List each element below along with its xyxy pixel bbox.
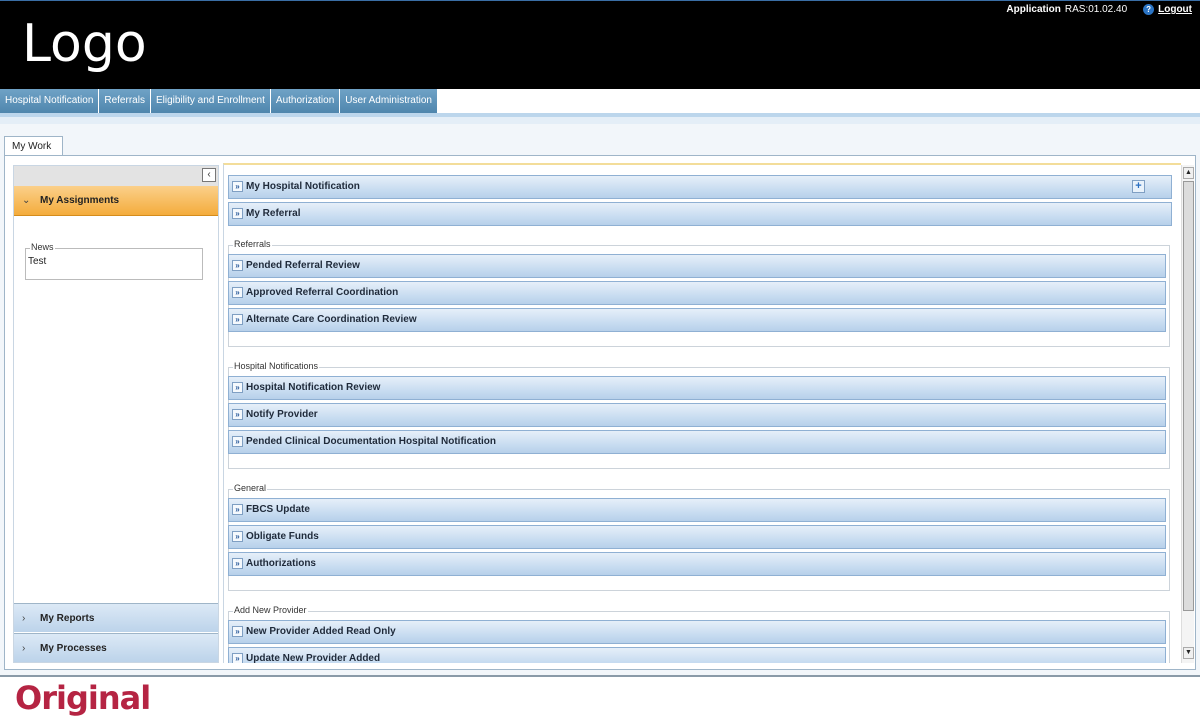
bar-label: Authorizations <box>246 558 316 569</box>
group-legend: General <box>233 483 268 493</box>
main-nav: Hospital Notification Referrals Eligibil… <box>0 89 438 113</box>
bar-label: Hospital Notification Review <box>246 382 381 393</box>
tab-my-work[interactable]: My Work <box>4 136 63 156</box>
news-box: News Test <box>25 242 203 280</box>
vertical-scrollbar[interactable]: ▲ ▼ <box>1181 165 1194 663</box>
double-chevron-icon: » <box>232 287 243 298</box>
accordion-my-reports[interactable]: › My Reports <box>14 603 218 632</box>
accordion-my-assignments[interactable]: ⌄ My Assignments <box>14 186 218 216</box>
bar-label: Pended Clinical Documentation Hospital N… <box>246 436 497 447</box>
help-icon[interactable]: ? <box>1143 4 1155 15</box>
bar-label: FBCS Update <box>246 504 310 515</box>
bar-pended-clinical-documentation[interactable]: » Pended Clinical Documentation Hospital… <box>228 430 1166 454</box>
logo: Logo <box>22 14 147 74</box>
bar-label: Alternate Care Coordination Review <box>246 314 417 325</box>
news-text: Test <box>28 256 47 267</box>
bar-label: Update New Provider Added <box>246 653 381 663</box>
bar-label: New Provider Added Read Only <box>246 626 396 637</box>
double-chevron-icon: » <box>232 314 243 325</box>
bar-my-referral[interactable]: » My Referral <box>228 202 1172 226</box>
bar-obligate-funds[interactable]: » Obligate Funds <box>228 525 1166 549</box>
group-legend: Referrals <box>233 239 272 249</box>
accordion-label: My Reports <box>40 613 95 624</box>
work-frame: ‹ ⌄ My Assignments News Test › My Report… <box>4 155 1196 670</box>
bar-fbcs-update[interactable]: » FBCS Update <box>228 498 1166 522</box>
double-chevron-icon: » <box>232 208 243 219</box>
double-chevron-icon: » <box>232 558 243 569</box>
scrollbar-thumb[interactable] <box>1183 181 1194 611</box>
accordion-label: My Processes <box>40 643 107 654</box>
chevron-right-icon: › <box>22 613 26 624</box>
left-panel-header: ‹ <box>14 166 218 186</box>
bar-label: Notify Provider <box>246 409 318 420</box>
app-info: Application RAS:01.02.40 ? Logout <box>1006 4 1192 15</box>
nav-tab-eligibility-enrollment[interactable]: Eligibility and Enrollment <box>150 89 271 113</box>
bar-label: Obligate Funds <box>246 531 319 542</box>
work-area: My Work ‹ ⌄ My Assignments News Test › M… <box>0 124 1200 677</box>
double-chevron-icon: » <box>232 409 243 420</box>
chevron-down-icon: ⌄ <box>22 195 31 206</box>
nav-tab-user-administration[interactable]: User Administration <box>340 89 438 113</box>
bar-pended-referral-review[interactable]: » Pended Referral Review <box>228 254 1166 278</box>
nav-strip-lower <box>0 117 1200 124</box>
nav-tab-authorization[interactable]: Authorization <box>270 89 341 113</box>
original-caption: Original <box>15 679 151 717</box>
group-legend: Add New Provider <box>233 605 308 615</box>
scroll-down-icon[interactable]: ▼ <box>1183 647 1194 659</box>
bar-new-provider-added-read-only[interactable]: » New Provider Added Read Only <box>228 620 1166 644</box>
chevron-right-icon: › <box>22 643 26 654</box>
double-chevron-icon: » <box>232 504 243 515</box>
bar-my-hospital-notification[interactable]: » My Hospital Notification + <box>228 175 1172 199</box>
bar-authorizations[interactable]: » Authorizations <box>228 552 1166 576</box>
bar-label: My Referral <box>246 208 301 219</box>
bar-label: Pended Referral Review <box>246 260 360 271</box>
double-chevron-icon: » <box>232 436 243 447</box>
news-legend: News <box>30 242 55 252</box>
double-chevron-icon: » <box>232 181 243 192</box>
bar-hospital-notification-review[interactable]: » Hospital Notification Review <box>228 376 1166 400</box>
logout-link[interactable]: Logout <box>1158 4 1192 15</box>
nav-tab-referrals[interactable]: Referrals <box>99 89 151 113</box>
accordion-my-processes[interactable]: › My Processes <box>14 633 218 662</box>
bar-approved-referral-coordination[interactable]: » Approved Referral Coordination <box>228 281 1166 305</box>
scroll-up-icon[interactable]: ▲ <box>1183 167 1194 179</box>
double-chevron-icon: » <box>232 653 243 663</box>
bar-notify-provider[interactable]: » Notify Provider <box>228 403 1166 427</box>
accordion-label: My Assignments <box>40 195 120 206</box>
left-panel: ‹ ⌄ My Assignments News Test › My Report… <box>13 165 219 663</box>
bar-label: My Hospital Notification <box>246 181 360 192</box>
right-panel: » My Hospital Notification + » My Referr… <box>223 163 1181 663</box>
bar-update-new-provider-added[interactable]: » Update New Provider Added <box>228 647 1166 663</box>
bar-alternate-care-coordination-review[interactable]: » Alternate Care Coordination Review <box>228 308 1166 332</box>
collapse-panel-icon[interactable]: ‹ <box>202 168 216 182</box>
nav-tab-hospital-notification[interactable]: Hospital Notification <box>0 89 100 113</box>
double-chevron-icon: » <box>232 382 243 393</box>
double-chevron-icon: » <box>232 626 243 637</box>
version-label: RAS:01.02.40 <box>1064 4 1128 15</box>
group-legend: Hospital Notifications <box>233 361 320 371</box>
application-label: Application <box>1006 4 1061 15</box>
double-chevron-icon: » <box>232 531 243 542</box>
app-header: Logo Application RAS:01.02.40 ? Logout <box>0 0 1200 89</box>
bar-label: Approved Referral Coordination <box>246 287 399 298</box>
add-icon[interactable]: + <box>1132 180 1145 193</box>
double-chevron-icon: » <box>232 260 243 271</box>
